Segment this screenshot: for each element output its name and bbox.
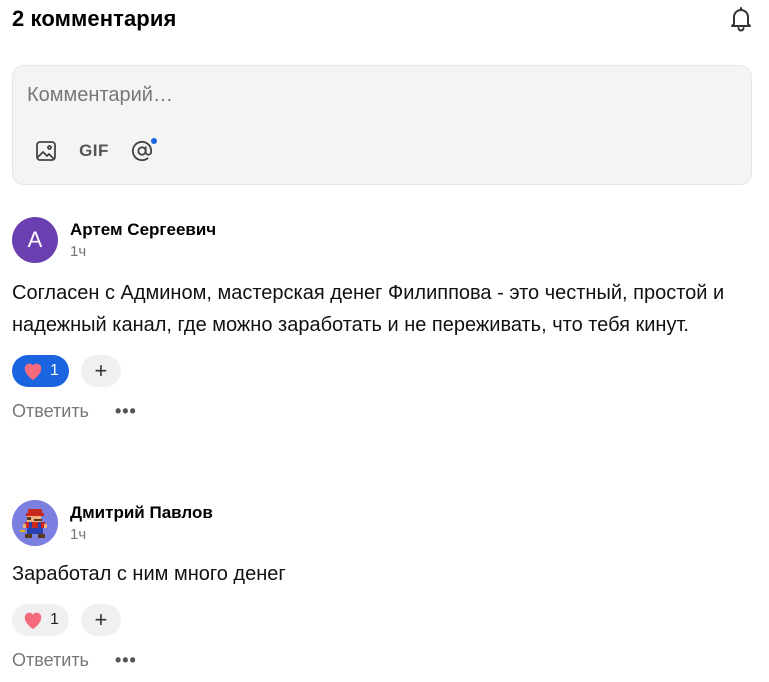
comment-header: А Артем Сергеевич 1ч [12, 217, 752, 263]
comment-actions: Ответить ••• [12, 650, 752, 671]
bell-button[interactable] [727, 5, 755, 33]
reply-button[interactable]: Ответить [12, 650, 89, 671]
reactions-bar: 1 + [12, 604, 752, 636]
heart-reaction-button[interactable]: 1 [12, 355, 69, 387]
pixel-avatar-icon [12, 500, 58, 546]
reply-button[interactable]: Ответить [12, 401, 89, 422]
mention-button[interactable] [127, 136, 157, 166]
gif-button[interactable]: GIF [79, 136, 109, 166]
more-options-button[interactable]: ••• [115, 401, 137, 422]
author-name[interactable]: Дмитрий Павлов [70, 502, 213, 524]
comment-meta: Артем Сергеевич 1ч [70, 217, 216, 260]
comment-item: А Артем Сергеевич 1ч Согласен с Админом,… [12, 217, 752, 422]
comment-text: Согласен с Админом, мастерская денег Фил… [12, 282, 725, 336]
image-icon [36, 141, 56, 161]
avatar[interactable]: А [12, 217, 58, 263]
comment-text: Заработал с ним много денег [12, 563, 286, 585]
author-name[interactable]: Артем Сергеевич [70, 219, 216, 241]
add-reaction-button[interactable]: + [80, 355, 121, 387]
at-sign-icon [131, 140, 153, 162]
mention-notification-dot [151, 138, 157, 144]
attach-image-button[interactable] [31, 136, 61, 166]
reactions-bar: 1 + [12, 355, 752, 387]
comments-count-title: 2 комментария [12, 6, 177, 31]
more-options-button[interactable]: ••• [115, 650, 137, 671]
heart-reaction-button[interactable]: 1 [12, 604, 69, 636]
composer-toolbar: GIF [31, 136, 157, 166]
comment-actions: Ответить ••• [12, 401, 752, 422]
comment-item: Дмитрий Павлов 1ч Заработал с ним много … [12, 500, 752, 671]
comment-header: Дмитрий Павлов 1ч [12, 500, 752, 546]
reaction-count: 1 [50, 611, 59, 628]
heart-icon [24, 612, 42, 630]
comment-time: 1ч [70, 243, 87, 260]
bell-icon [731, 7, 751, 32]
comment-time: 1ч [70, 526, 87, 543]
heart-icon [24, 363, 42, 381]
reaction-count: 1 [50, 362, 59, 379]
comment-composer: GIF [12, 65, 752, 185]
comment-input[interactable] [27, 84, 727, 107]
avatar[interactable] [12, 500, 58, 546]
gif-label: GIF [79, 141, 109, 160]
add-reaction-button[interactable]: + [80, 604, 121, 636]
comments-header: 2 комментария [12, 4, 755, 34]
comment-meta: Дмитрий Павлов 1ч [70, 500, 213, 543]
